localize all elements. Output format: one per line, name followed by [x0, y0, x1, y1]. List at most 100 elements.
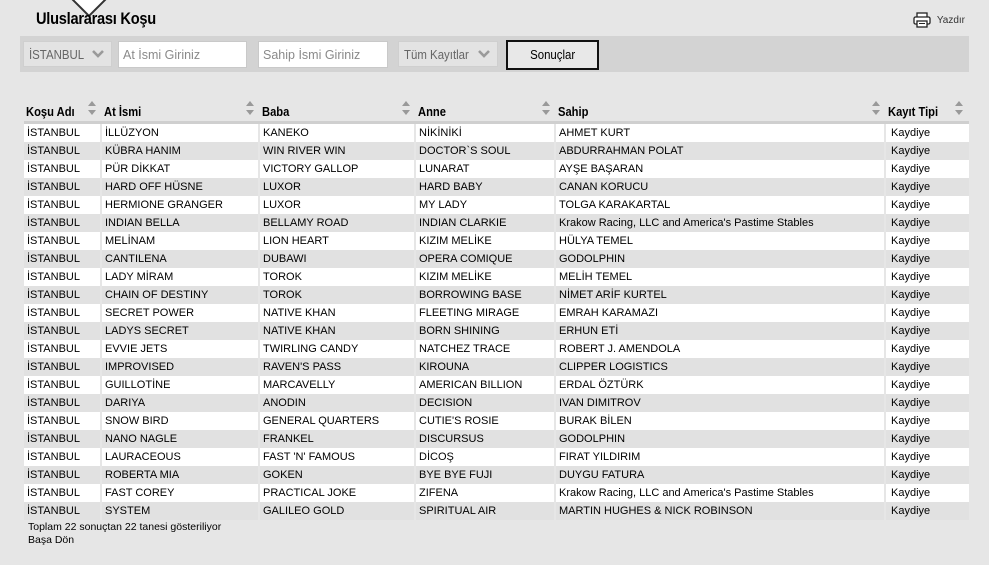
cell-owner: ERHUN ETİ: [556, 322, 886, 340]
horse-name-input[interactable]: [118, 41, 247, 68]
results-table: Koşu Adı At İsmi Baba Anne Sahip Kayıt T…: [24, 97, 969, 520]
cell-dam: BORROWING BASE: [416, 286, 556, 304]
cell-horse: EVVIE JETS: [102, 340, 260, 358]
cell-record-type: Kaydiye: [886, 448, 969, 466]
cell-horse: GUILLOTİNE: [102, 376, 260, 394]
cell-owner: HÜLYA TEMEL: [556, 232, 886, 250]
cell-owner: ROBERT J. AMENDOLA: [556, 340, 886, 358]
cell-race: İSTANBUL: [24, 250, 102, 268]
chevron-down-icon: [478, 50, 490, 58]
column-header-race[interactable]: Koşu Adı: [24, 97, 102, 124]
cell-horse: NANO NAGLE: [102, 430, 260, 448]
cell-owner: GODOLPHIN: [556, 250, 886, 268]
table-row: İSTANBUL CHAIN OF DESTINY TOROK BORROWING B…: [24, 286, 969, 304]
cell-sire: DUBAWI: [260, 250, 416, 268]
cell-dam: LUNARAT: [416, 160, 556, 178]
owner-name-input[interactable]: [258, 41, 388, 68]
records-select[interactable]: Tüm Kayıtlar: [398, 41, 498, 67]
cell-horse: SECRET POWER: [102, 304, 260, 322]
cell-race: İSTANBUL: [24, 358, 102, 376]
cell-dam: BYE BYE FUJI: [416, 466, 556, 484]
column-header-sire[interactable]: Baba: [260, 97, 416, 124]
cell-record-type: Kaydiye: [886, 142, 969, 160]
table-header-row: Koşu Adı At İsmi Baba Anne Sahip Kayıt T…: [24, 97, 969, 124]
cell-horse: LADYS SECRET: [102, 322, 260, 340]
cell-record-type: Kaydiye: [886, 286, 969, 304]
cell-sire: TOROK: [260, 268, 416, 286]
cell-owner: NİMET ARİF KURTEL: [556, 286, 886, 304]
cell-horse: HARD OFF HÜSNE: [102, 178, 260, 196]
table-row: İSTANBUL SECRET POWER NATIVE KHAN FLEETING …: [24, 304, 969, 322]
cell-owner: BURAK BİLEN: [556, 412, 886, 430]
cell-sire: GENERAL QUARTERS: [260, 412, 416, 430]
cell-record-type: Kaydiye: [886, 232, 969, 250]
cell-dam: MY LADY: [416, 196, 556, 214]
cell-record-type: Kaydiye: [886, 160, 969, 178]
cell-horse: SYSTEM: [102, 502, 260, 520]
cell-race: İSTANBUL: [24, 124, 102, 142]
cell-record-type: Kaydiye: [886, 304, 969, 322]
sort-icon: [402, 101, 410, 115]
cell-race: İSTANBUL: [24, 412, 102, 430]
cell-owner: Krakow Racing, LLC and America's Pastime…: [556, 484, 886, 502]
cell-sire: GOKEN: [260, 466, 416, 484]
table-row: İSTANBUL HARD OFF HÜSNE LUXOR HARD BABY CANA…: [24, 178, 969, 196]
cell-dam: AMERICAN BILLION: [416, 376, 556, 394]
table-row: İSTANBUL SNOW BIRD GENERAL QUARTERS CUTIE'S…: [24, 412, 969, 430]
print-button[interactable]: Yazdır: [913, 12, 965, 28]
cell-record-type: Kaydiye: [886, 178, 969, 196]
cell-horse: ROBERTA MIA: [102, 466, 260, 484]
cell-dam: CUTIE'S ROSIE: [416, 412, 556, 430]
table-row: İSTANBUL MELİNAM LION HEART KIZIM MELİKE HÜL…: [24, 232, 969, 250]
back-to-top-link[interactable]: Başa Dön: [28, 534, 221, 547]
cell-record-type: Kaydiye: [886, 358, 969, 376]
cell-owner: IVAN DIMITROV: [556, 394, 886, 412]
column-header-owner[interactable]: Sahip: [556, 97, 886, 124]
cell-record-type: Kaydiye: [886, 376, 969, 394]
cell-race: İSTANBUL: [24, 466, 102, 484]
cell-sire: KANEKO: [260, 124, 416, 142]
table-row: İSTANBUL SYSTEM GALILEO GOLD SPIRITUAL AIR M…: [24, 502, 969, 520]
cell-horse: DARIYA: [102, 394, 260, 412]
cell-horse: SNOW BIRD: [102, 412, 260, 430]
cell-horse: MELİNAM: [102, 232, 260, 250]
column-header-horse[interactable]: At İsmi: [102, 97, 260, 124]
cell-dam: DISCURSUS: [416, 430, 556, 448]
cell-sire: WIN RIVER WIN: [260, 142, 416, 160]
cell-owner: GODOLPHIN: [556, 430, 886, 448]
cell-race: İSTANBUL: [24, 502, 102, 520]
cell-horse: LAURACEOUS: [102, 448, 260, 466]
cell-dam: KIZIM MELİKE: [416, 232, 556, 250]
cell-owner: Krakow Racing, LLC and America's Pastime…: [556, 214, 886, 232]
filter-bar: İSTANBUL Tüm Kayıtlar Sonuçlar: [20, 36, 969, 72]
cell-race: İSTANBUL: [24, 142, 102, 160]
cell-dam: DİCOŞ: [416, 448, 556, 466]
results-button[interactable]: Sonuçlar: [506, 40, 599, 70]
cell-horse: PÜR DİKKAT: [102, 160, 260, 178]
cell-dam: NATCHEZ TRACE: [416, 340, 556, 358]
sort-icon: [246, 101, 254, 115]
table-row: İSTANBUL NANO NAGLE FRANKEL DISCURSUS GODOLP…: [24, 430, 969, 448]
cell-record-type: Kaydiye: [886, 484, 969, 502]
city-select[interactable]: İSTANBUL: [23, 41, 112, 67]
cell-horse: LADY MİRAM: [102, 268, 260, 286]
cell-sire: RAVEN'S PASS: [260, 358, 416, 376]
column-header-dam[interactable]: Anne: [416, 97, 556, 124]
cell-owner: AHMET KURT: [556, 124, 886, 142]
column-header-record-type[interactable]: Kayıt Tipi: [886, 97, 969, 124]
table-row: İSTANBUL DARIYA ANODIN DECISION IVAN DIMITRO…: [24, 394, 969, 412]
cell-owner: MARTIN HUGHES & NICK ROBINSON: [556, 502, 886, 520]
cell-sire: VICTORY GALLOP: [260, 160, 416, 178]
cell-race: İSTANBUL: [24, 196, 102, 214]
cell-sire: LUXOR: [260, 196, 416, 214]
cell-dam: DOCTOR`S SOUL: [416, 142, 556, 160]
cell-owner: CLIPPER LOGISTICS: [556, 358, 886, 376]
cell-record-type: Kaydiye: [886, 394, 969, 412]
table-row: İSTANBUL LAURACEOUS FAST 'N' FAMOUS DİCOŞ FI…: [24, 448, 969, 466]
cell-record-type: Kaydiye: [886, 250, 969, 268]
cell-sire: MARCAVELLY: [260, 376, 416, 394]
cell-sire: NATIVE KHAN: [260, 322, 416, 340]
cell-horse: FAST COREY: [102, 484, 260, 502]
chevron-down-icon: [92, 50, 104, 58]
cell-dam: HARD BABY: [416, 178, 556, 196]
